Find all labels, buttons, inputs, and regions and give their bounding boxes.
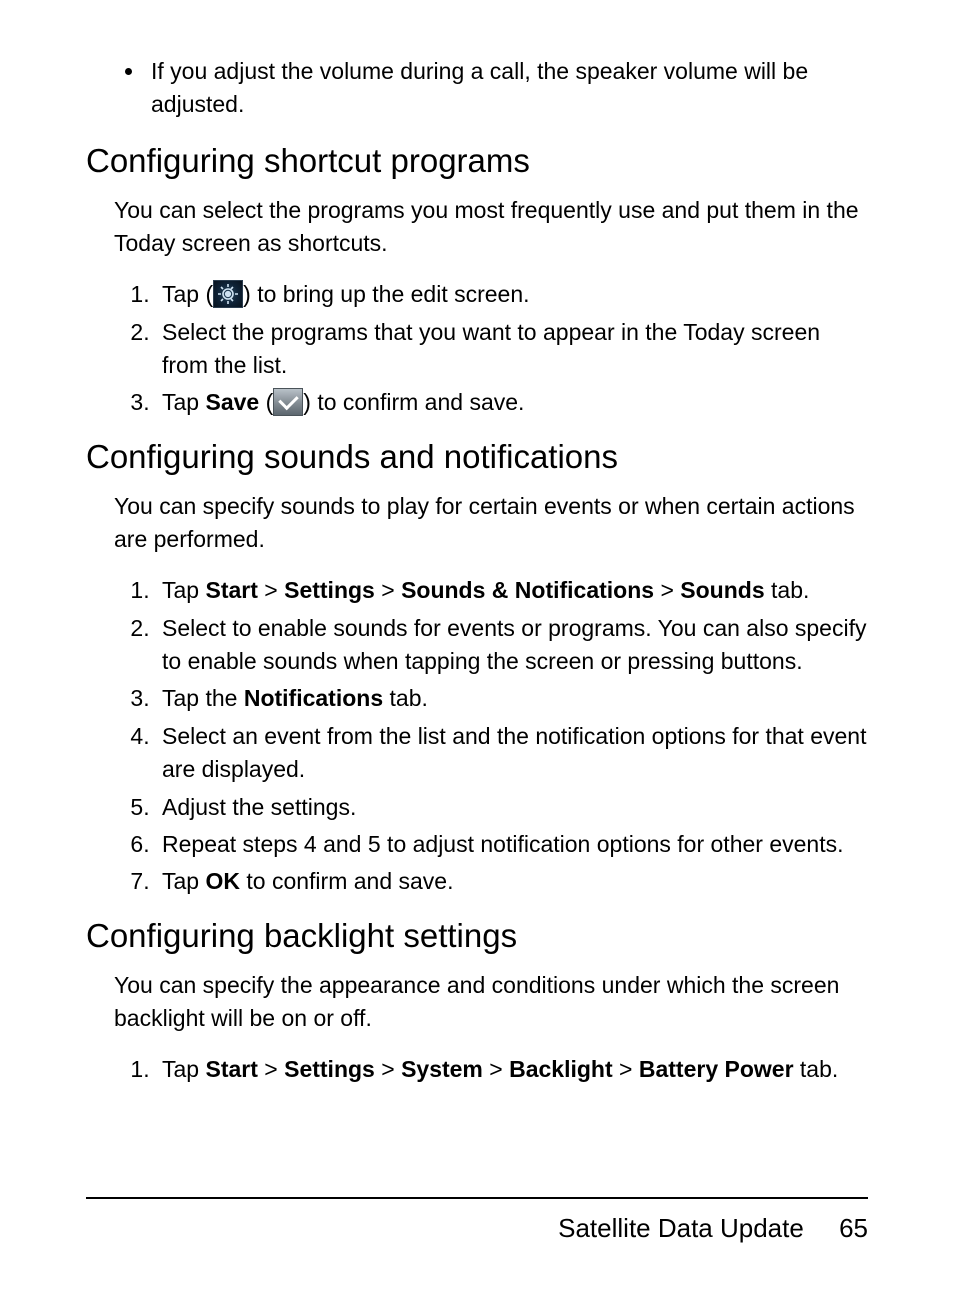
save-label: Save: [205, 389, 259, 415]
text: ) to bring up the edit screen.: [243, 281, 529, 307]
shortcut-step-2: Select the programs that you want to app…: [156, 316, 868, 383]
text: Tap: [162, 577, 205, 603]
sep: >: [483, 1056, 509, 1082]
sounds-step-6: Repeat steps 4 and 5 to adjust notificat…: [156, 828, 868, 861]
steps-shortcut: Tap ( ) to bring up the edit screen. Sele…: [136, 278, 868, 419]
page-footer: Satellite Data Update 65: [86, 1197, 868, 1244]
heading-sounds: Configuring sounds and notifications: [86, 438, 868, 476]
gear-icon: [213, 280, 243, 308]
check-icon: [273, 388, 303, 416]
text: Tap: [162, 389, 205, 415]
text: tab.: [794, 1056, 839, 1082]
text: tab.: [383, 685, 428, 711]
shortcut-step-3: Tap Save ( ) to confirm and save.: [156, 386, 868, 419]
sep: >: [375, 577, 401, 603]
shortcut-step-1: Tap ( ) to bring up the edit screen.: [156, 278, 868, 311]
path-sounds: Sounds: [680, 577, 764, 603]
path-settings: Settings: [284, 577, 375, 603]
path-battery: Battery Power: [639, 1056, 794, 1082]
sep: >: [613, 1056, 639, 1082]
text: ) to confirm and save.: [303, 389, 524, 415]
sep: >: [375, 1056, 401, 1082]
sep: >: [258, 577, 284, 603]
backlight-step-1: Tap Start > Settings > System > Backligh…: [156, 1053, 868, 1086]
path-start: Start: [205, 577, 257, 603]
path-backlight: Backlight: [509, 1056, 613, 1082]
heading-shortcut: Configuring shortcut programs: [86, 142, 868, 180]
sounds-step-5: Adjust the settings.: [156, 791, 868, 824]
path-system: System: [401, 1056, 483, 1082]
path-sn: Sounds & Notifications: [401, 577, 654, 603]
text: Tap (: [162, 281, 213, 307]
steps-sounds: Tap Start > Settings > Sounds & Notifica…: [136, 574, 868, 898]
path-start: Start: [205, 1056, 257, 1082]
text: Tap: [162, 868, 205, 894]
sounds-step-3: Tap the Notifications tab.: [156, 682, 868, 715]
sounds-step-1: Tap Start > Settings > Sounds & Notifica…: [156, 574, 868, 607]
footer-title: Satellite Data Update: [558, 1213, 804, 1243]
sounds-step-2: Select to enable sounds for events or pr…: [156, 612, 868, 679]
intro-bullet: If you adjust the volume during a call, …: [146, 55, 868, 122]
sep: >: [258, 1056, 284, 1082]
notifications-label: Notifications: [244, 685, 383, 711]
intro-shortcut: You can select the programs you most fre…: [114, 194, 868, 261]
intro-backlight: You can specify the appearance and condi…: [114, 969, 868, 1036]
page-number: 65: [839, 1213, 868, 1243]
text: Tap: [162, 1056, 205, 1082]
text: to confirm and save.: [240, 868, 454, 894]
intro-bullet-list: If you adjust the volume during a call, …: [86, 55, 868, 122]
sounds-step-4: Select an event from the list and the no…: [156, 720, 868, 787]
heading-backlight: Configuring backlight settings: [86, 917, 868, 955]
sounds-step-7: Tap OK to confirm and save.: [156, 865, 868, 898]
sep: >: [654, 577, 680, 603]
path-settings: Settings: [284, 1056, 375, 1082]
text: (: [259, 389, 273, 415]
text: tab.: [765, 577, 810, 603]
text: Tap the: [162, 685, 244, 711]
intro-sounds: You can specify sounds to play for certa…: [114, 490, 868, 557]
ok-label: OK: [205, 868, 240, 894]
steps-backlight: Tap Start > Settings > System > Backligh…: [136, 1053, 868, 1086]
